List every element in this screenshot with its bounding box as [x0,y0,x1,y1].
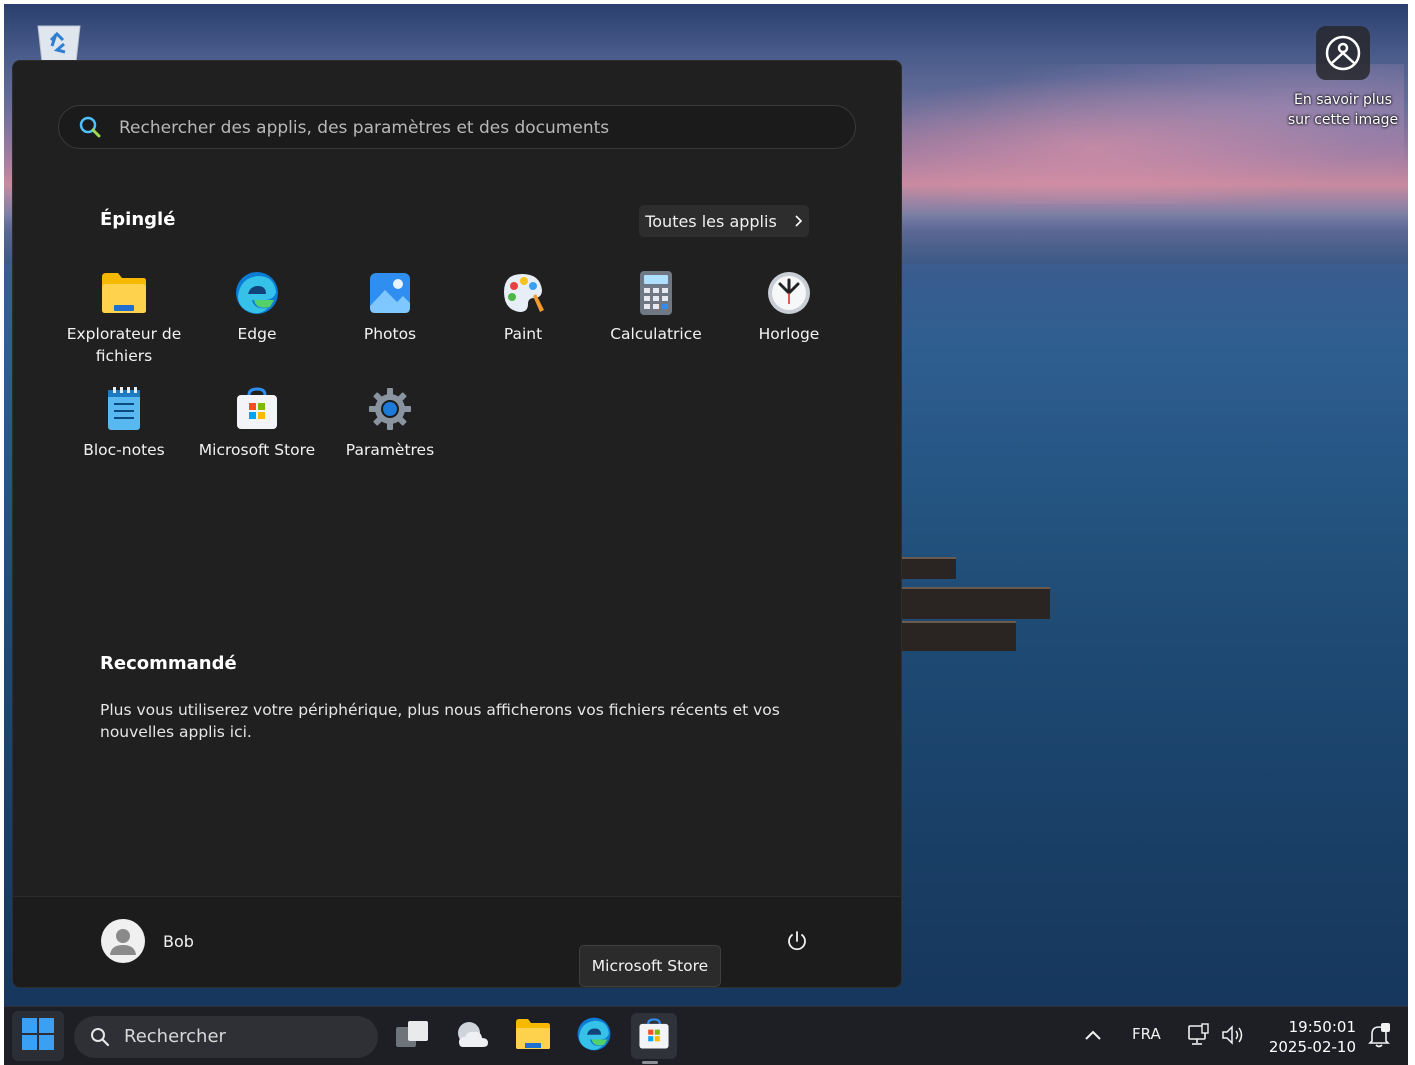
pinned-section-title: Épinglé [100,209,176,230]
notepad-icon [100,385,148,433]
taskbar-search-box[interactable]: Rechercher [74,1016,378,1058]
edge-icon [233,269,281,317]
pinned-app-label: Photos [363,325,417,343]
search-icon [90,1027,110,1051]
task-view-button[interactable] [390,1013,436,1059]
store-icon [638,1017,670,1055]
start-menu-footer: Bob [13,896,901,987]
wallpaper-pier [900,587,1050,619]
power-icon[interactable] [785,929,809,957]
start-search-box[interactable] [58,105,856,150]
search-input[interactable] [117,106,821,150]
taskbar-search-label: Rechercher [124,1026,226,1047]
calculator-icon [632,269,680,317]
start-menu: Épinglé Toutes les applis Explorateur de… [12,60,902,988]
learn-more-label: En savoir plus sur cette image [1287,92,1399,128]
pinned-app-edge[interactable]: Edge [191,269,323,345]
clock-time: 19:50:01 [1288,1018,1356,1036]
pinned-app-file-explorer[interactable]: Explorateur de fichiers [58,269,190,367]
clock-date: 2025-02-10 [1268,1038,1356,1056]
taskbar-edge[interactable] [571,1013,617,1059]
network-icon[interactable] [1187,1023,1211,1051]
widgets-button[interactable] [450,1013,496,1059]
pinned-app-label: Microsoft Store [198,441,316,459]
settings-gear-icon [366,385,414,433]
recommended-empty-text: Plus vous utiliserez votre périphérique,… [100,701,780,741]
pinned-app-label: Paint [503,325,543,343]
pinned-app-label: Bloc-notes [83,441,165,459]
all-apps-button[interactable]: Toutes les applis [639,205,809,237]
windows-logo-icon [22,1018,54,1054]
pinned-app-label: Edge [237,325,277,343]
pinned-app-label: Horloge [758,325,820,343]
pinned-app-clock[interactable]: Horloge [723,269,855,345]
taskbar-microsoft-store[interactable] [631,1013,677,1059]
active-app-indicator [642,1061,658,1064]
pinned-app-label: Calculatrice [610,325,702,343]
edge-icon [576,1016,612,1056]
show-hidden-icons-button[interactable] [1084,1027,1102,1045]
taskbar-clock[interactable]: 19:50:01 2025-02-10 [1262,1017,1356,1057]
language-indicator[interactable]: FRA [1132,1025,1161,1043]
user-avatar[interactable] [101,919,145,963]
task-view-icon [396,1019,430,1053]
pinned-app-settings[interactable]: Paramètres [324,385,456,461]
pinned-app-notepad[interactable]: Bloc-notes [58,385,190,461]
notification-bell-icon[interactable] [1367,1023,1391,1053]
all-apps-label: Toutes les applis [645,211,777,231]
weather-icon [455,1019,491,1053]
pinned-app-photos[interactable]: Photos [324,269,456,345]
pinned-app-label: Explorateur de fichiers [66,325,182,365]
chevron-up-icon [1084,1027,1102,1045]
taskbar: Rechercher FRA 19:50:01 2025-02-10 [4,1006,1408,1065]
recycle-bin-icon[interactable] [34,22,84,63]
file-explorer-icon [515,1018,551,1054]
chevron-right-icon [793,212,803,231]
learn-more-about-image[interactable]: En savoir plus sur cette image [1284,26,1402,130]
camera-lens-icon [1316,26,1370,80]
taskbar-file-explorer[interactable] [510,1013,556,1059]
search-icon [79,116,101,142]
store-icon [233,385,281,433]
photos-icon [366,269,414,317]
wallpaper-pier [900,621,1016,651]
pinned-app-calculator[interactable]: Calculatrice [590,269,722,345]
user-name[interactable]: Bob [163,932,194,951]
pinned-app-label: Paramètres [345,441,435,459]
start-button[interactable] [12,1011,64,1061]
tooltip: Microsoft Store [579,945,721,987]
clock-icon [765,269,813,317]
wallpaper-pier [900,557,956,579]
volume-icon[interactable] [1220,1024,1248,1050]
file-explorer-icon [100,269,148,317]
recommended-section-title: Recommandé [100,653,237,674]
pinned-app-microsoft-store[interactable]: Microsoft Store [191,385,323,461]
pinned-app-paint[interactable]: Paint [457,269,589,345]
paint-icon [499,269,547,317]
